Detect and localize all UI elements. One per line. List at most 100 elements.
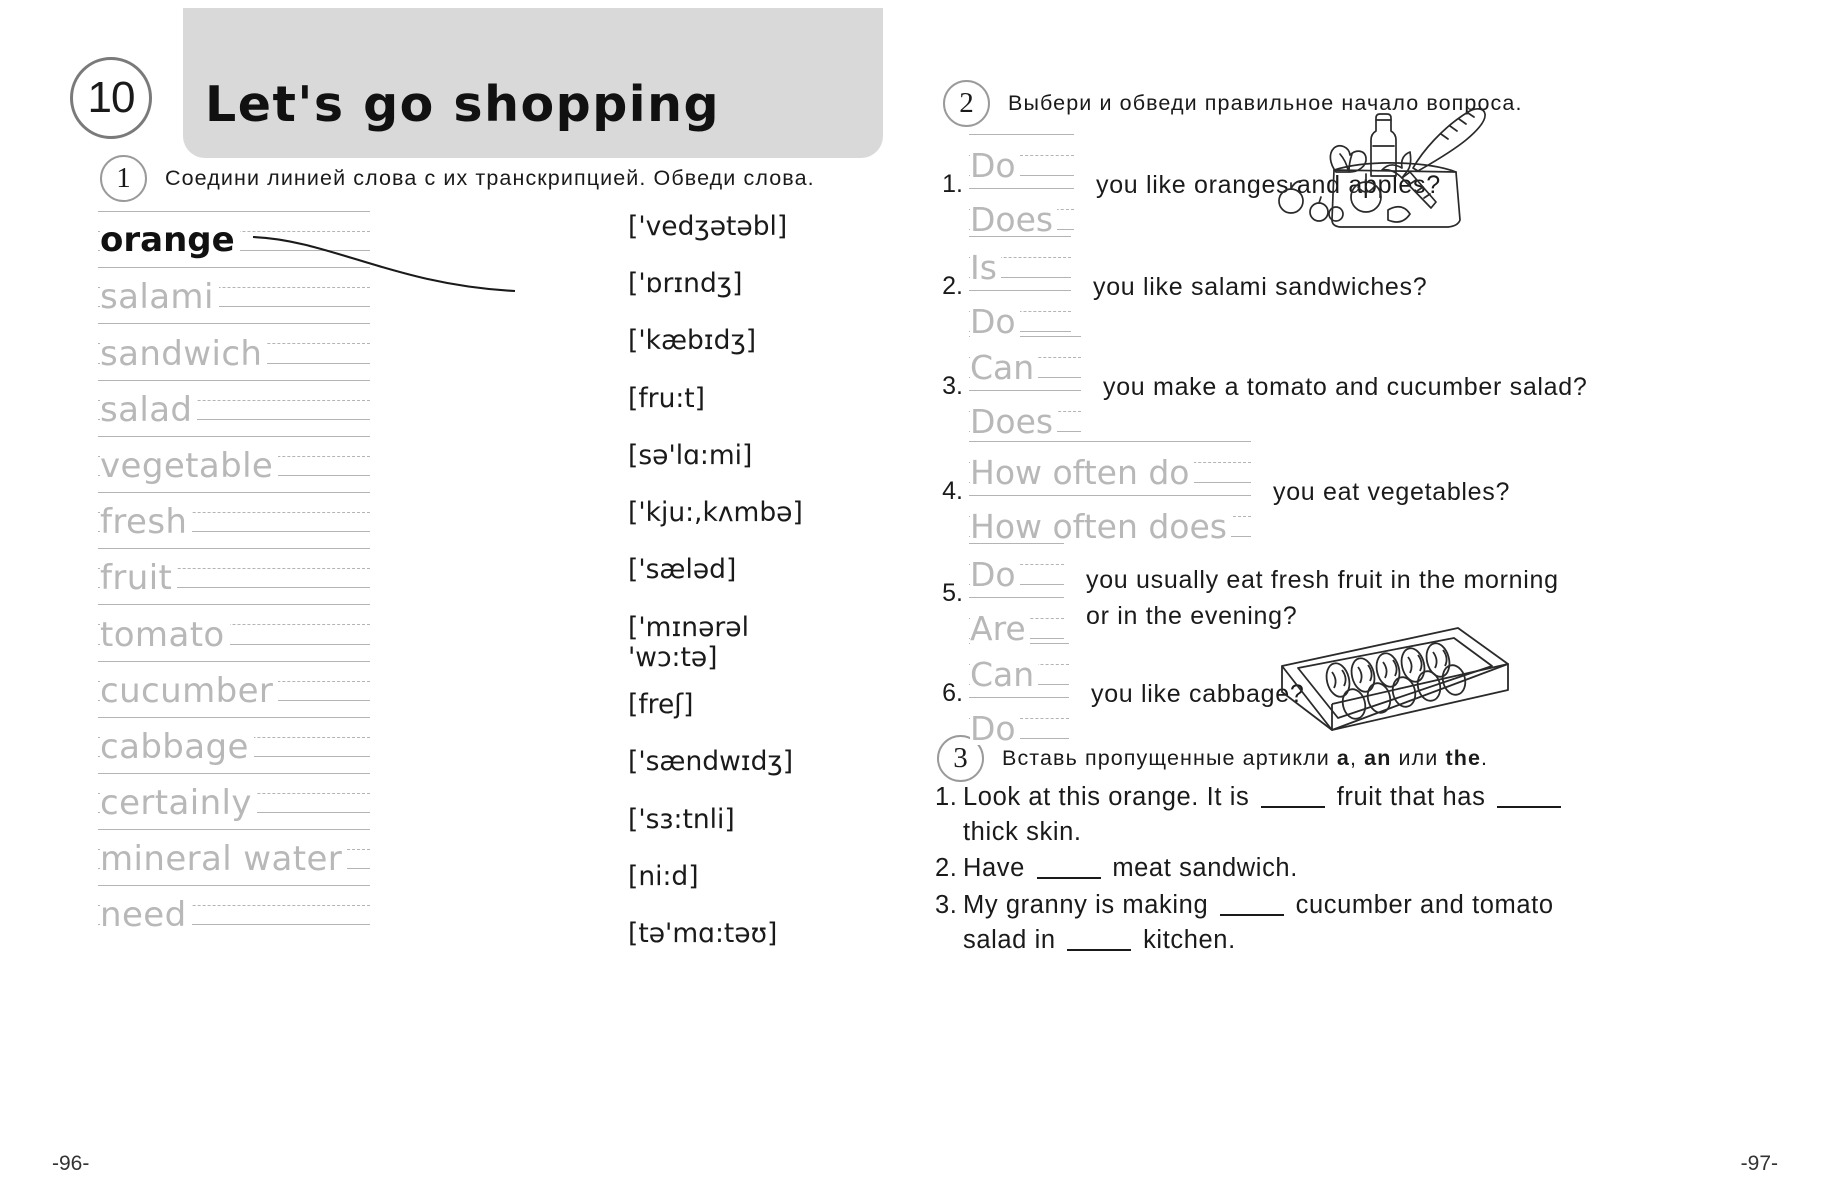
- transcription-item[interactable]: [sə'lɑ:mi]: [628, 440, 888, 472]
- option-choice-a[interactable]: How often do: [969, 435, 1251, 489]
- option-word[interactable]: Do: [970, 712, 1020, 745]
- page-number-left: -96-: [52, 1152, 90, 1175]
- transcription-line: ['vedʒətəbl]: [628, 211, 788, 242]
- ruling-top-line: [98, 435, 370, 437]
- question-item: 3. Can Does you make a tomato and cucumber …: [933, 330, 1588, 438]
- transcription-item[interactable]: [ni:d]: [628, 860, 888, 893]
- transcription-item[interactable]: ['vedʒətəbl]: [628, 211, 888, 243]
- transcription-item[interactable]: ['sɜ:tnli]: [628, 804, 888, 836]
- option-choice-b[interactable]: Does: [969, 182, 1074, 236]
- sentence-fragment: Look at this orange. It is: [963, 783, 1258, 811]
- transcription-item[interactable]: ['kju:,kʌmbə]: [628, 497, 888, 529]
- sentence-number: 2.: [935, 854, 958, 883]
- option-word[interactable]: Is: [970, 251, 1001, 284]
- option-word[interactable]: How often do: [970, 456, 1194, 489]
- article-blank[interactable]: [1067, 948, 1132, 951]
- trace-word[interactable]: vegetable: [100, 448, 279, 483]
- option-word[interactable]: Can: [970, 351, 1039, 384]
- ruling-top-line: [98, 829, 370, 831]
- ruling-top-line: [98, 379, 370, 381]
- option-word[interactable]: Do: [970, 149, 1020, 182]
- transcription-item[interactable]: [freʃ]: [628, 689, 888, 721]
- question-text-line: you usually eat fresh fruit in the morni…: [1086, 566, 1559, 594]
- transcription-item[interactable]: [tə'mɑ:təʊ]: [628, 918, 888, 950]
- trace-row[interactable]: fresh: [98, 484, 370, 540]
- workbook-spread: 10 Let's go shopping 1 Соедини линией сл…: [0, 0, 1830, 1200]
- trace-row[interactable]: cucumber: [98, 653, 370, 709]
- option-choice-b[interactable]: Does: [969, 384, 1081, 438]
- trace-row[interactable]: need: [98, 877, 370, 933]
- ruling-top-line: [98, 548, 370, 550]
- transcription-item[interactable]: ['sæləd]: [628, 555, 888, 586]
- trace-word[interactable]: fruit: [100, 561, 178, 596]
- option-word[interactable]: Can: [970, 658, 1039, 691]
- trace-row[interactable]: certainly: [98, 765, 370, 821]
- exercise-3-header: 3 Вставь пропущенные артикли a, an или t…: [937, 735, 1488, 782]
- transcription-line: ['mɪnərəl: [628, 611, 749, 643]
- option-word[interactable]: Does: [970, 203, 1058, 236]
- option-word[interactable]: Does: [970, 405, 1058, 438]
- transcription-line: ['sændwɪdʒ]: [628, 746, 794, 778]
- ex3-instr-part-a: Вставь пропущенные артикли: [1002, 746, 1330, 770]
- question-number: 3.: [942, 372, 963, 400]
- trace-word[interactable]: cucumber: [100, 673, 279, 708]
- transcription-item[interactable]: ['ɒrɪndʒ]: [628, 268, 888, 300]
- left-page: 10 Let's go shopping 1 Соедини линией сл…: [0, 0, 915, 1200]
- transcription-item[interactable]: ['kæbɪdʒ]: [628, 326, 888, 357]
- transcription-item[interactable]: ['sændwɪdʒ]: [628, 747, 888, 778]
- ruling-top-line: [969, 188, 1074, 189]
- article-blank[interactable]: [1261, 806, 1326, 808]
- option-choice-b[interactable]: How often does: [969, 489, 1251, 543]
- trace-word[interactable]: fresh: [100, 505, 193, 540]
- option-stack: How often do How often does: [969, 435, 1251, 543]
- question-number: 5.: [942, 579, 963, 607]
- article-blank[interactable]: [1219, 914, 1284, 917]
- option-word[interactable]: Are: [970, 612, 1030, 645]
- trace-row[interactable]: tomato: [98, 596, 370, 652]
- ruling-top-line: [98, 604, 370, 606]
- trace-row[interactable]: vegetable: [98, 428, 370, 484]
- transcription-line: ['kæbɪdʒ]: [628, 325, 757, 357]
- transcription-line: ['sæləd]: [628, 554, 737, 586]
- trace-word[interactable]: sandwich: [100, 336, 268, 371]
- trace-word[interactable]: certainly: [100, 786, 257, 821]
- option-word[interactable]: Do: [970, 558, 1020, 591]
- question-text: you eat vegetables?: [1251, 435, 1510, 511]
- question-item: 6. Can Do you like cabbage?: [933, 637, 1304, 745]
- transcription-item[interactable]: ['mɪnərəl'wɔ:tə]: [628, 611, 888, 674]
- trace-row[interactable]: cabbage: [98, 709, 370, 765]
- trace-row[interactable]: sandwich: [98, 315, 370, 371]
- option-stack: Can Does: [969, 330, 1081, 438]
- question-item: 4. How often do How often does you eat vege…: [933, 435, 1510, 543]
- article-blank[interactable]: [1497, 806, 1562, 808]
- ruling-top-line: [969, 290, 1071, 291]
- question-item: 2. Is Do you like salami sandwiches?: [933, 230, 1427, 338]
- article-sentence: 3. My granny is making cucumber and tomat…: [935, 888, 1595, 957]
- page-number-right: -97-: [1740, 1152, 1778, 1175]
- trace-word[interactable]: mineral water: [100, 842, 348, 877]
- trace-row[interactable]: orange: [98, 203, 370, 259]
- trace-word[interactable]: cabbage: [100, 729, 254, 764]
- trace-row[interactable]: fruit: [98, 540, 370, 596]
- trace-word[interactable]: tomato: [100, 617, 230, 652]
- ruling-top-line: [969, 697, 1069, 698]
- sentence-fragment: kitchen.: [1143, 925, 1236, 954]
- transcription-item[interactable]: [fru:t]: [628, 383, 888, 415]
- exercise-3-instruction: Вставь пропущенные артикли a, an или the…: [1002, 746, 1488, 771]
- option-stack: Can Do: [969, 637, 1069, 745]
- question-text: you make a tomato and cucumber salad?: [1081, 330, 1588, 406]
- trace-word[interactable]: need: [100, 898, 192, 933]
- trace-row[interactable]: mineral water: [98, 821, 370, 877]
- option-stack: Is Do: [969, 230, 1071, 338]
- option-choice-a[interactable]: Do: [969, 128, 1074, 182]
- option-word[interactable]: How often does: [970, 510, 1231, 543]
- trace-word[interactable]: orange: [100, 223, 240, 258]
- trace-word[interactable]: salami: [100, 280, 219, 315]
- transcription-line: [ni:d]: [628, 860, 699, 892]
- trace-word[interactable]: salad: [100, 392, 198, 427]
- trace-row[interactable]: salami: [98, 259, 370, 315]
- ex3-instr-part-b: или: [1398, 746, 1439, 770]
- article-blank[interactable]: [1036, 877, 1101, 880]
- option-word[interactable]: Do: [970, 305, 1020, 338]
- trace-row[interactable]: salad: [98, 372, 370, 428]
